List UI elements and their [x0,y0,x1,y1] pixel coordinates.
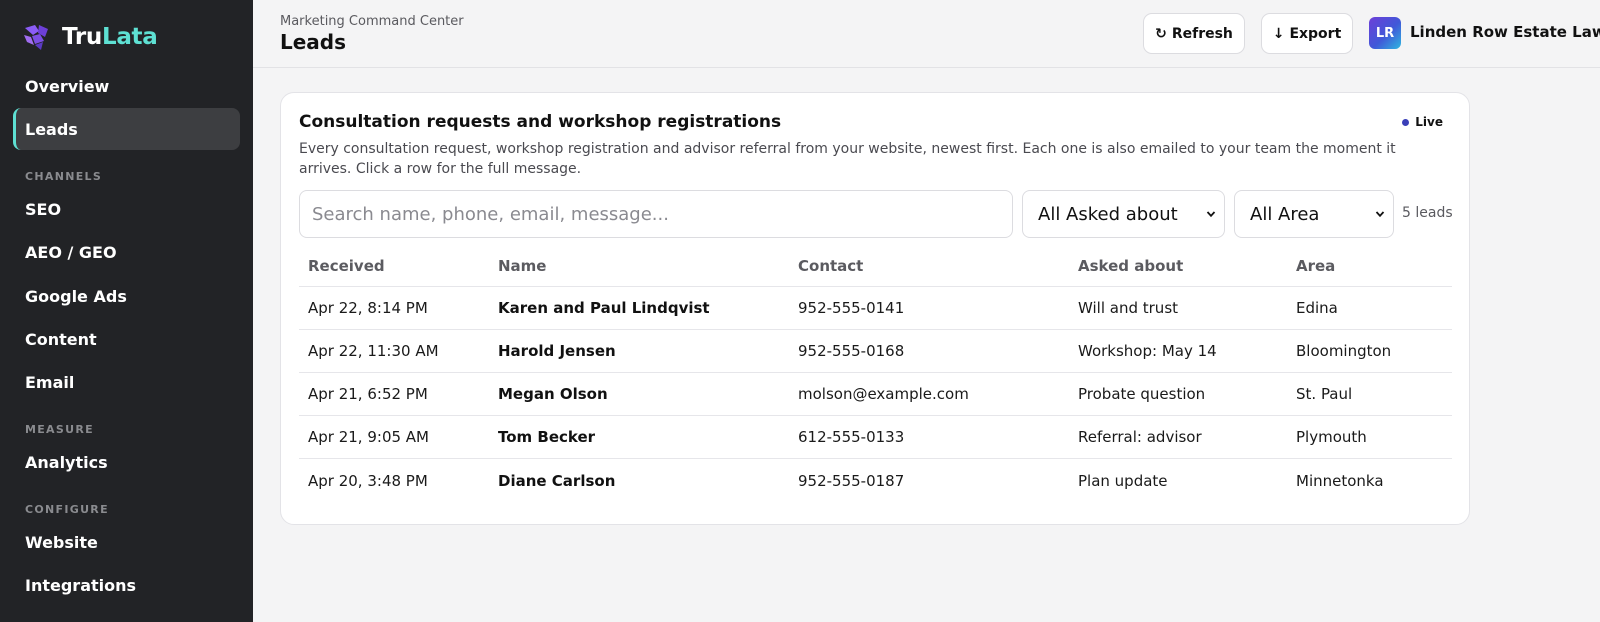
card-description: Every consultation request, workshop reg… [299,141,1396,177]
export-button[interactable]: ↓ Export [1261,13,1353,54]
table-header-row: Received Name Contact Asked about Area [299,245,1452,287]
sidebar-item-analytics[interactable]: Analytics [13,441,240,483]
cell-area: St. Paul [1296,385,1353,403]
cell-name: Harold Jensen [498,342,616,360]
lead-count: 5 leads [1402,205,1453,221]
leads-table: Received Name Contact Asked about Area A… [299,245,1452,502]
table-row[interactable]: Apr 21, 9:05 AM Tom Becker 612-555-0133 … [299,416,1452,459]
asked-about-filter-value: All Asked about [1038,203,1178,225]
avatar[interactable]: LR [1369,17,1401,49]
table-row[interactable]: Apr 22, 8:14 PM Karen and Paul Lindqvist… [299,287,1452,330]
org-name[interactable]: Linden Row Estate Law [1410,23,1600,41]
table-row[interactable]: Apr 21, 6:52 PM Megan Olson molson@examp… [299,373,1452,416]
cell-asked-about: Workshop: May 14 [1078,342,1217,360]
sidebar-section-measure: MEASURE [25,423,94,436]
live-badge: Live [1402,115,1443,129]
cell-contact: 952-555-0168 [798,342,905,360]
refresh-label: Refresh [1171,25,1233,42]
sidebar: TruLata Overview Leads CHANNELS SEO AEO … [0,0,253,622]
page-title: Leads [280,30,347,54]
sidebar-section-configure: CONFIGURE [25,503,109,516]
cell-area: Plymouth [1296,428,1367,446]
cell-name: Karen and Paul Lindqvist [498,299,710,317]
column-header-area[interactable]: Area [1296,245,1335,286]
cell-name: Diane Carlson [498,471,616,490]
sidebar-item-leads[interactable]: Leads [13,108,240,150]
cell-contact: 952-555-0187 [798,471,905,490]
table-row[interactable]: Apr 20, 3:48 PM Diane Carlson 952-555-01… [299,459,1452,502]
cell-asked-about: Plan update [1078,471,1168,490]
cell-received: Apr 21, 9:05 AM [308,428,429,446]
cell-name: Tom Becker [498,428,596,446]
sidebar-item-content[interactable]: Content [13,318,240,360]
logo-icon [24,25,48,50]
live-label: Live [1415,115,1443,129]
cell-contact: molson@example.com [798,385,969,403]
cell-contact: 612-555-0133 [798,428,905,446]
chevron-down-icon [1206,211,1216,218]
export-label: Export [1289,25,1342,42]
cell-received: Apr 21, 6:52 PM [308,385,428,403]
cell-asked-about: Probate question [1078,385,1206,403]
brand-name-part1: Tru [62,24,102,50]
asked-about-filter[interactable]: All Asked about [1022,190,1225,238]
sidebar-item-google-ads[interactable]: Google Ads [13,275,240,317]
column-header-received[interactable]: Received [308,245,385,286]
leads-card: Consultation requests and workshop regis… [280,92,1470,525]
refresh-button[interactable]: ↻ Refresh [1143,13,1245,54]
column-header-asked-about[interactable]: Asked about [1078,245,1183,286]
sidebar-item-website[interactable]: Website [13,521,240,563]
column-header-contact[interactable]: Contact [798,245,863,286]
column-header-name[interactable]: Name [498,245,546,286]
sidebar-item-aeo-geo[interactable]: AEO / GEO [13,231,240,273]
download-arrow-icon: ↓ [1272,25,1285,42]
cell-contact: 952-555-0141 [798,299,905,317]
cell-area: Minnetonka [1296,471,1384,490]
sidebar-item-email[interactable]: Email [13,361,240,403]
cell-area: Edina [1296,299,1338,317]
top-header: Marketing Command Center Leads ↻ Refresh… [253,0,1600,68]
search-input[interactable] [299,190,1013,238]
brand-logo[interactable]: TruLata [22,22,158,52]
live-dot-icon [1402,118,1410,126]
cell-received: Apr 22, 8:14 PM [308,299,428,317]
refresh-icon: ↻ [1155,25,1167,42]
chevron-down-icon [1375,211,1385,218]
area-filter-value: All Area [1250,203,1320,225]
cell-name: Megan Olson [498,385,608,403]
area-filter[interactable]: All Area [1234,190,1394,238]
table-body: Apr 22, 8:14 PM Karen and Paul Lindqvist… [299,287,1452,502]
cell-received: Apr 22, 11:30 AM [308,342,439,360]
sidebar-item-overview[interactable]: Overview [13,65,240,107]
table-row[interactable]: Apr 22, 11:30 AM Harold Jensen 952-555-0… [299,330,1452,373]
brand-name: TruLata [62,24,158,50]
brand-name-part2: Lata [101,24,158,50]
cell-area: Bloomington [1296,342,1392,360]
cell-received: Apr 20, 3:48 PM [308,471,428,490]
cell-asked-about: Referral: advisor [1078,428,1202,446]
breadcrumb: Marketing Command Center [280,14,464,29]
sidebar-section-channels: CHANNELS [25,170,103,183]
sidebar-item-integrations[interactable]: Integrations [13,564,240,606]
card-title: Consultation requests and workshop regis… [299,112,782,132]
cell-asked-about: Will and trust [1078,299,1179,317]
sidebar-item-seo[interactable]: SEO [13,188,240,230]
